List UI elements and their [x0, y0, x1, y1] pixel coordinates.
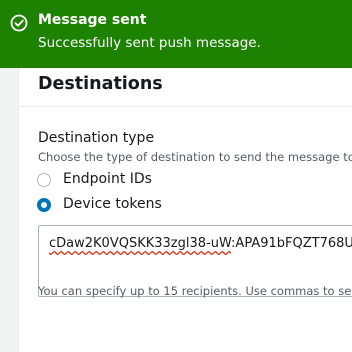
- radio-button-unchecked[interactable]: [37, 173, 51, 187]
- radio-button-checked[interactable]: [37, 198, 51, 212]
- radio-device-tokens[interactable]: Device tokens: [37, 196, 337, 216]
- destination-type-label: Destination type: [38, 130, 155, 146]
- destination-type-description: Choose the type of destination to send t…: [38, 150, 352, 164]
- left-gutter: [0, 68, 18, 352]
- token-rest: :APA91bFQZT768U: [231, 236, 352, 251]
- success-flash-banner: Message sent Successfully sent push mess…: [0, 0, 352, 68]
- flash-title: Message sent: [38, 12, 147, 28]
- radio-endpoint-ids[interactable]: Endpoint IDs: [37, 171, 337, 191]
- radio-label-device-tokens: Device tokens: [63, 196, 162, 212]
- radio-label-endpoint-ids: Endpoint IDs: [63, 171, 152, 187]
- token-misspelled-part: cDaw2K0VQSKK33zgl38-uW: [49, 236, 232, 251]
- check-circle-icon: [10, 14, 28, 32]
- flash-message: Successfully sent push message.: [38, 35, 261, 51]
- destinations-panel: Destinations Destination type Choose the…: [18, 68, 352, 352]
- panel-title: Destinations: [38, 74, 163, 94]
- panel-header: Destinations: [19, 68, 352, 107]
- device-tokens-value: cDaw2K0VQSKK33zgl38-uW:APA91bFQZT768U: [49, 236, 352, 251]
- recipients-help-text: You can specify up to 15 recipients. Use…: [38, 284, 352, 298]
